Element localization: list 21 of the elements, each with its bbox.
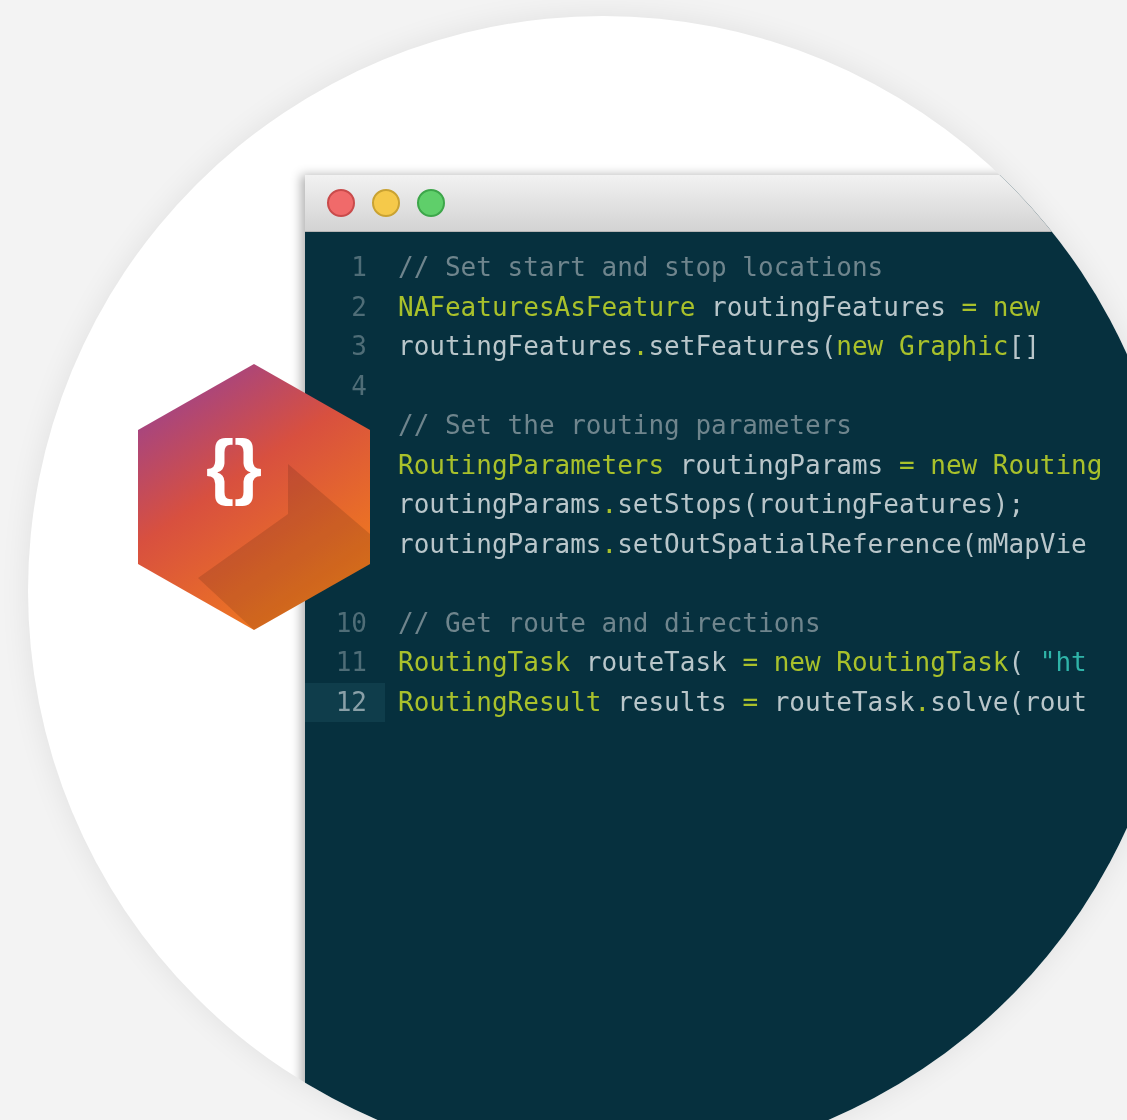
code-line: RoutingTask routeTask = new RoutingTask( "ht (397, 646, 1087, 679)
line-number: 1 (351, 251, 367, 284)
code-line: NAFeaturesAsFeature routingFeatures = new (397, 290, 1040, 324)
code-line: // Set start and stop locations (397, 251, 884, 284)
line-number: 12 (335, 685, 367, 719)
line-number: 2 (351, 290, 367, 324)
code-line: routingParams.setOutSpatialReference(mMapVie (397, 527, 1087, 561)
line-number: 11 (335, 646, 367, 679)
line-number: 4 (351, 369, 367, 403)
close-button[interactable] (327, 189, 355, 217)
minimize-button[interactable] (372, 189, 400, 217)
zoom-button[interactable] (417, 189, 445, 217)
code-line: RoutingResult results = routeTask.solve(rout (397, 685, 1087, 719)
line-number: 10 (335, 606, 367, 640)
line-number: 3 (351, 330, 367, 363)
code-line: // Set the routing parameters (397, 409, 852, 442)
hexagon-logo-icon (138, 364, 370, 630)
code-line: routingFeatures.setFeatures(new Graphic[] (397, 330, 1040, 363)
code-line: routingParams.setStops(routingFeatures); (397, 488, 1025, 521)
code-line: RoutingParameters routingParams = new Routing (397, 448, 1103, 482)
code-line: // Get route and directions (397, 606, 821, 640)
